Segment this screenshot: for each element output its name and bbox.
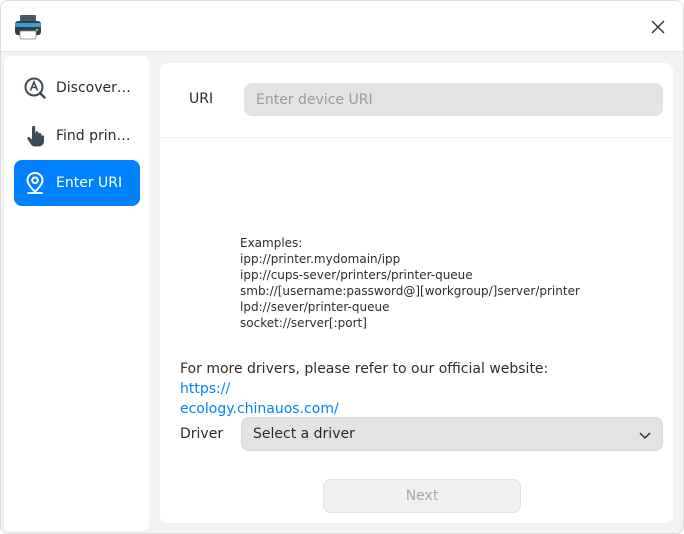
enter-uri-panel: URI Examples: ipp://printer.mydomain/ipp… [160,63,673,523]
example-line: ipp://printer.mydomain/ipp [240,252,401,266]
location-pin-icon [23,171,47,195]
sidebar-item-enter-uri[interactable]: Enter URI [14,160,140,206]
title-bar [1,1,683,52]
sidebar-item-find-printer[interactable]: Find printer [14,113,140,159]
printer-dialog-window: Discover printer Find printer Enter URI [0,0,684,534]
drivers-note-text: For more drivers, please refer to our of… [180,361,549,377]
example-line: socket://server[:port] [240,316,367,330]
drivers-website-link[interactable]: https://ecology.chinauos.com/ [180,381,339,417]
driver-select-value: Select a driver [253,426,355,442]
close-icon [651,20,665,34]
sidebar-item-discover-printer[interactable]: Discover printer [14,65,140,111]
example-line: ipp://cups-sever/printers/printer-queue [240,268,473,282]
driver-select[interactable]: Select a driver [241,417,663,451]
chevron-down-icon [639,432,651,440]
next-button[interactable]: Next [323,479,521,513]
uri-input[interactable] [244,83,663,116]
examples-heading: Examples: [240,236,303,250]
sidebar-item-label: Discover printer [56,80,134,96]
example-line: smb://[username:password@][workgroup/]se… [240,284,580,298]
sidebar-item-label: Find printer [56,128,134,144]
drivers-note: For more drivers, please refer to our of… [180,359,600,419]
printer-icon [15,15,41,40]
uri-label: URI [189,91,214,107]
close-button[interactable] [647,16,669,38]
hand-pointer-icon [23,124,47,148]
example-line: lpd://sever/printer-queue [240,300,390,314]
uri-examples: Examples: ipp://printer.mydomain/ipp ipp… [240,235,580,331]
uri-row: URI [160,63,673,138]
driver-label: Driver [180,426,224,442]
discover-icon [23,76,47,100]
sidebar-item-label: Enter URI [56,175,123,191]
sidebar: Discover printer Find printer Enter URI [4,56,149,531]
